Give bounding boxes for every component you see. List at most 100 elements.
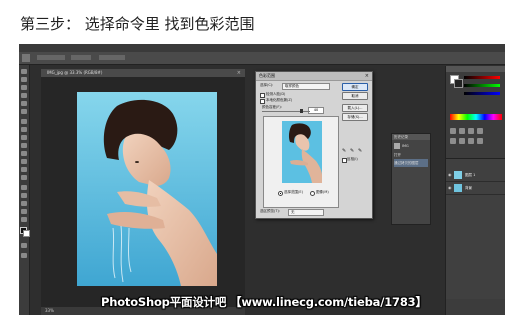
invert-label: 反相(I) [347,157,358,161]
photo-filter-icon[interactable] [477,138,483,144]
history-panel-title: 历史记录 [394,135,408,139]
move-tool-icon[interactable] [21,69,27,74]
localized-clusters-checkbox[interactable] [260,99,265,104]
close-icon[interactable]: × [365,72,369,80]
color-range-dialog: 色彩范围 × 选择(C): 取样颜色 检测人脸(D) 本地化颜色簇(Z) 颜色容… [255,71,373,219]
red-slider[interactable] [464,76,500,79]
blur-tool-icon[interactable] [21,167,27,172]
image-radio[interactable] [310,191,315,196]
healing-tool-icon[interactable] [21,119,27,124]
menu-bar[interactable] [19,44,505,52]
save-button[interactable]: 存储(S)... [342,113,368,121]
layer-row-top[interactable]: ◉ 图层 1 [446,169,505,182]
option-field[interactable] [37,55,65,60]
curves-icon[interactable] [468,128,474,134]
load-button[interactable]: 载入(L)... [342,104,368,112]
detect-faces-label: 检测人脸(D) [266,92,286,96]
brush-tool-icon[interactable] [21,127,27,132]
select-dropdown[interactable]: 取样颜色 [282,83,330,90]
eyedropper-plus-icon[interactable]: ✎ [350,148,354,154]
history-item[interactable]: IMG [394,142,428,150]
quick-select-tool-icon[interactable] [21,93,27,98]
lasso-tool-icon[interactable] [21,85,27,90]
ok-button[interactable]: 确定 [342,83,368,91]
path-select-tool-icon[interactable] [21,201,27,206]
marquee-tool-icon[interactable] [21,77,27,82]
black-white-icon[interactable] [468,138,474,144]
image-radio-label: 图像(M) [316,190,329,194]
layer-thumbnail [454,171,462,179]
eyedropper-minus-icon[interactable]: ✎ [358,148,362,154]
select-label: 选择(C): [260,83,274,87]
layer-name: 背景 [465,186,472,190]
green-slider[interactable] [464,84,500,87]
eyedropper-icon[interactable]: ✎ [342,148,346,154]
watermark-text: PhotoShop平面设计吧 【www.linecg.com/tieba/178… [101,295,427,309]
localized-clusters-label: 本地化颜色簇(Z) [266,98,293,102]
history-item-label: 通过拷贝的图层 [394,161,419,165]
photo-canvas[interactable] [77,92,217,286]
option-field[interactable] [71,55,91,60]
layer-name: 图层 1 [465,173,476,177]
eyedropper-tool-icon[interactable] [21,109,27,114]
screen-mode-icon[interactable] [21,253,27,258]
step-heading: 第三步： 选择命令里 找到色彩范围 [20,15,255,33]
crop-tool-icon[interactable] [21,101,27,106]
dodge-tool-icon[interactable] [21,175,27,180]
close-icon[interactable]: × [237,70,241,76]
selection-radio[interactable] [278,191,283,196]
exposure-icon[interactable] [477,128,483,134]
history-thumbnail [394,143,400,149]
hue-saturation-icon[interactable] [450,138,456,144]
dialog-titlebar[interactable]: 色彩范围 × [256,72,372,81]
selection-preview-label: 选区预览(T): [260,209,281,213]
history-item-label: 打开 [394,153,401,157]
stamp-tool-icon[interactable] [21,135,27,140]
dialog-title: 色彩范围 [259,73,275,78]
history-item-label: IMG [402,144,409,148]
dialog-preview-image[interactable] [282,121,322,183]
document-tab-label: IMG_jpg @ 33.3% (RGB/8#) [47,70,103,75]
fuzziness-label: 颜色容差(F): [262,105,282,109]
cancel-button[interactable]: 取消 [342,92,368,100]
photoshop-window: IMG_jpg @ 33.3% (RGB/8#) × 33% 色彩范围 × 选择… [19,44,505,315]
selection-preview-area: 选择范围(E) 图像(M) [263,116,339,208]
layer-row-background[interactable]: ◉ 背景 [446,182,505,195]
layer-thumbnail [454,184,462,192]
document-tab[interactable]: IMG_jpg @ 33.3% (RGB/8#) × [41,69,245,77]
tool-preset-icon[interactable] [22,54,30,62]
history-brush-tool-icon[interactable] [21,143,27,148]
right-panel-dock: ◉ 图层 1 ◉ 背景 [445,66,505,315]
history-item[interactable]: 打开 [394,151,428,159]
document-window: IMG_jpg @ 33.3% (RGB/8#) × 33% [41,69,245,315]
background-swatch[interactable] [454,79,463,88]
eraser-tool-icon[interactable] [21,151,27,156]
brightness-icon[interactable] [450,128,456,134]
layers-panel: ◉ 图层 1 ◉ 背景 [446,158,505,299]
quick-mask-icon[interactable] [21,243,27,248]
levels-icon[interactable] [459,128,465,134]
selection-preview-dropdown[interactable]: 无 [288,209,324,216]
blue-slider[interactable] [464,92,500,95]
pen-tool-icon[interactable] [21,185,27,190]
eye-icon[interactable]: ◉ [448,173,452,177]
zoom-readout[interactable]: 33% [45,307,54,315]
eye-icon[interactable]: ◉ [448,186,452,190]
history-panel-header[interactable]: 历史记录 [392,134,430,140]
background-color-swatch[interactable] [23,230,30,237]
selection-radio-label: 选择范围(E) [284,190,303,194]
color-panel-tabs[interactable] [446,66,505,72]
tools-panel [19,65,30,315]
option-field[interactable] [99,55,125,60]
shape-tool-icon[interactable] [21,209,27,214]
hand-tool-icon[interactable] [21,217,27,222]
gradient-tool-icon[interactable] [21,159,27,164]
fuzziness-input[interactable]: 40 [308,107,324,114]
history-item[interactable]: 通过拷贝的图层 [394,159,428,167]
fuzziness-slider-knob[interactable] [300,109,303,113]
color-balance-icon[interactable] [459,138,465,144]
detect-faces-checkbox[interactable] [260,93,265,98]
color-spectrum[interactable] [450,114,502,120]
type-tool-icon[interactable] [21,193,27,198]
history-panel: 历史记录 IMG 打开 通过拷贝的图层 [391,133,431,225]
